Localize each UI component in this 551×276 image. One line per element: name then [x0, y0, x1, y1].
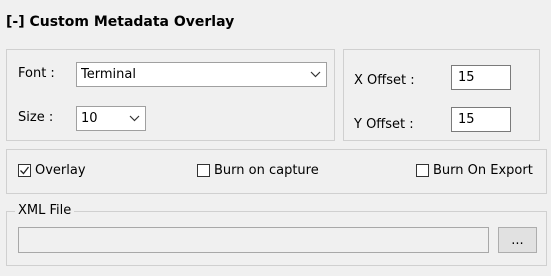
size-label: Size :: [18, 110, 54, 125]
y-offset-label: Y Offset :: [354, 117, 414, 132]
font-select[interactable]: Terminal: [76, 62, 327, 87]
overlay-checkbox[interactable]: [18, 164, 31, 177]
x-offset-input[interactable]: 15: [451, 65, 511, 90]
chevron-down-icon: [123, 107, 145, 130]
burn-capture-label: Burn on capture: [214, 163, 319, 178]
size-select[interactable]: 10: [76, 106, 146, 131]
checkmark-icon: [20, 166, 30, 175]
overlay-label: Overlay: [35, 163, 86, 178]
chevron-down-icon: [304, 63, 326, 86]
burn-export-checkbox-row[interactable]: Burn On Export: [416, 163, 533, 178]
burn-export-label: Burn On Export: [433, 163, 533, 178]
overlay-checkbox-row[interactable]: Overlay: [18, 163, 86, 178]
burn-export-checkbox[interactable]: [416, 164, 429, 177]
xml-legend: XML File: [15, 203, 75, 218]
xml-path-input[interactable]: [18, 227, 489, 253]
y-offset-input[interactable]: 15: [451, 107, 511, 132]
size-select-value: 10: [81, 111, 98, 126]
x-offset-label: X Offset :: [354, 73, 415, 88]
section-title[interactable]: [-] Custom Metadata Overlay: [6, 14, 234, 30]
burn-capture-checkbox[interactable]: [197, 164, 210, 177]
font-label: Font :: [18, 66, 55, 81]
browse-button[interactable]: ...: [498, 227, 537, 253]
burn-capture-checkbox-row[interactable]: Burn on capture: [197, 163, 319, 178]
font-select-value: Terminal: [81, 67, 136, 82]
